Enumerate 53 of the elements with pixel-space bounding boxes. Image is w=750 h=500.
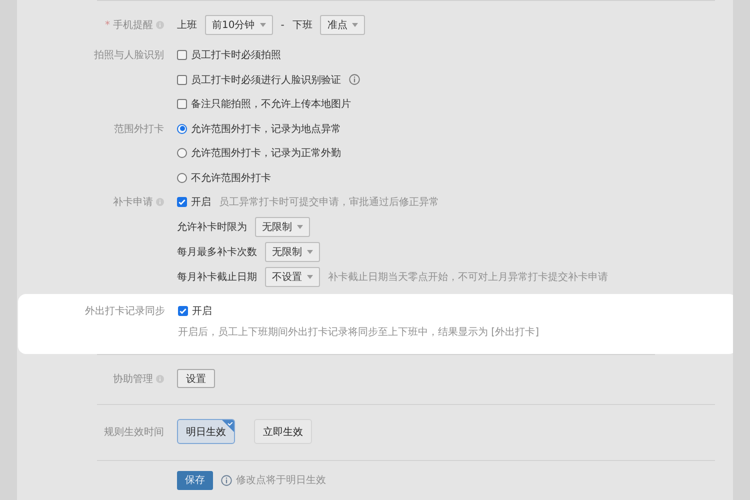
checkbox-label: 员工打卡时必须拍照 [191, 48, 281, 62]
caret-icon [260, 23, 266, 28]
hint-text: 员工异常打卡时可提交申请，审批通过后修正异常 [219, 196, 439, 210]
radio-label: 允许范围外打卡，记录为地点异常 [191, 122, 341, 136]
start-label: 上班 [177, 18, 197, 32]
option-button[interactable]: 立即生效 [254, 419, 312, 444]
save-button[interactable]: 保存 [177, 470, 213, 490]
setting-select[interactable]: 无限制 [265, 242, 320, 262]
radio-label: 不允许范围外打卡 [191, 172, 271, 185]
field-label: 手机提醒 [113, 18, 153, 32]
end-reminder-select[interactable]: 准点 [320, 15, 366, 36]
checkbox-label: 开启 [191, 196, 211, 210]
checkbox-label: 备注只能拍照，不允许上传本地图片 [191, 98, 351, 112]
checkbox[interactable] [177, 50, 187, 60]
caret-icon [307, 275, 313, 280]
caret-icon [297, 225, 303, 230]
settings-button[interactable]: 设置 [177, 369, 215, 388]
setting-select[interactable]: 不设置 [265, 267, 320, 288]
setting-label: 每月最多补卡次数 [177, 246, 257, 260]
radio-button[interactable] [177, 148, 187, 158]
field-label: 外出打卡记录同步 [85, 304, 165, 318]
field-label: 范围外打卡 [114, 122, 164, 136]
radio-button[interactable] [177, 124, 187, 134]
setting-label: 每月补卡截止日期 [177, 270, 257, 284]
separator: - [280, 20, 284, 31]
required-mark: * [105, 20, 110, 31]
checkbox[interactable] [177, 74, 187, 85]
field-label: 补卡申请 [113, 196, 153, 210]
setting-label: 允许补卡时限为 [177, 220, 247, 234]
caret-icon [307, 250, 313, 254]
info-icon [349, 74, 360, 86]
checkbox[interactable] [177, 99, 187, 110]
checkbox-label: 员工打卡时必须进行人脸识别验证 [191, 74, 341, 87]
radio-label: 允许范围外打卡，记录为正常外勤 [191, 146, 341, 160]
radio-button[interactable] [177, 172, 187, 183]
field-label: 协助管理 [113, 372, 153, 386]
info-icon [221, 474, 232, 486]
checkbox[interactable] [177, 197, 187, 208]
setting-select[interactable]: 无限制 [255, 217, 310, 238]
caret-icon [352, 23, 358, 28]
end-label: 下班 [292, 18, 312, 32]
field-label: 规则生效时间 [104, 426, 164, 439]
save-note: 修改点将于明日生效 [236, 474, 326, 487]
note-text: 开启后，员工上下班期间外出打卡记录将同步至上下班中，结果显示为 [外出打卡] [178, 326, 539, 339]
info-icon [156, 198, 164, 206]
info-icon [156, 21, 164, 30]
hint-text: 补卡截止日期当天零点开始，不可对上月异常打卡提交补卡申请 [328, 270, 608, 284]
checkbox-label: 开启 [192, 304, 212, 318]
checkbox[interactable] [178, 306, 188, 316]
field-label: 拍照与人脸识别 [94, 48, 164, 62]
option-button[interactable]: 明日生效 [177, 419, 235, 444]
start-reminder-select[interactable]: 前10分钟 [205, 15, 273, 36]
info-icon [156, 374, 164, 383]
